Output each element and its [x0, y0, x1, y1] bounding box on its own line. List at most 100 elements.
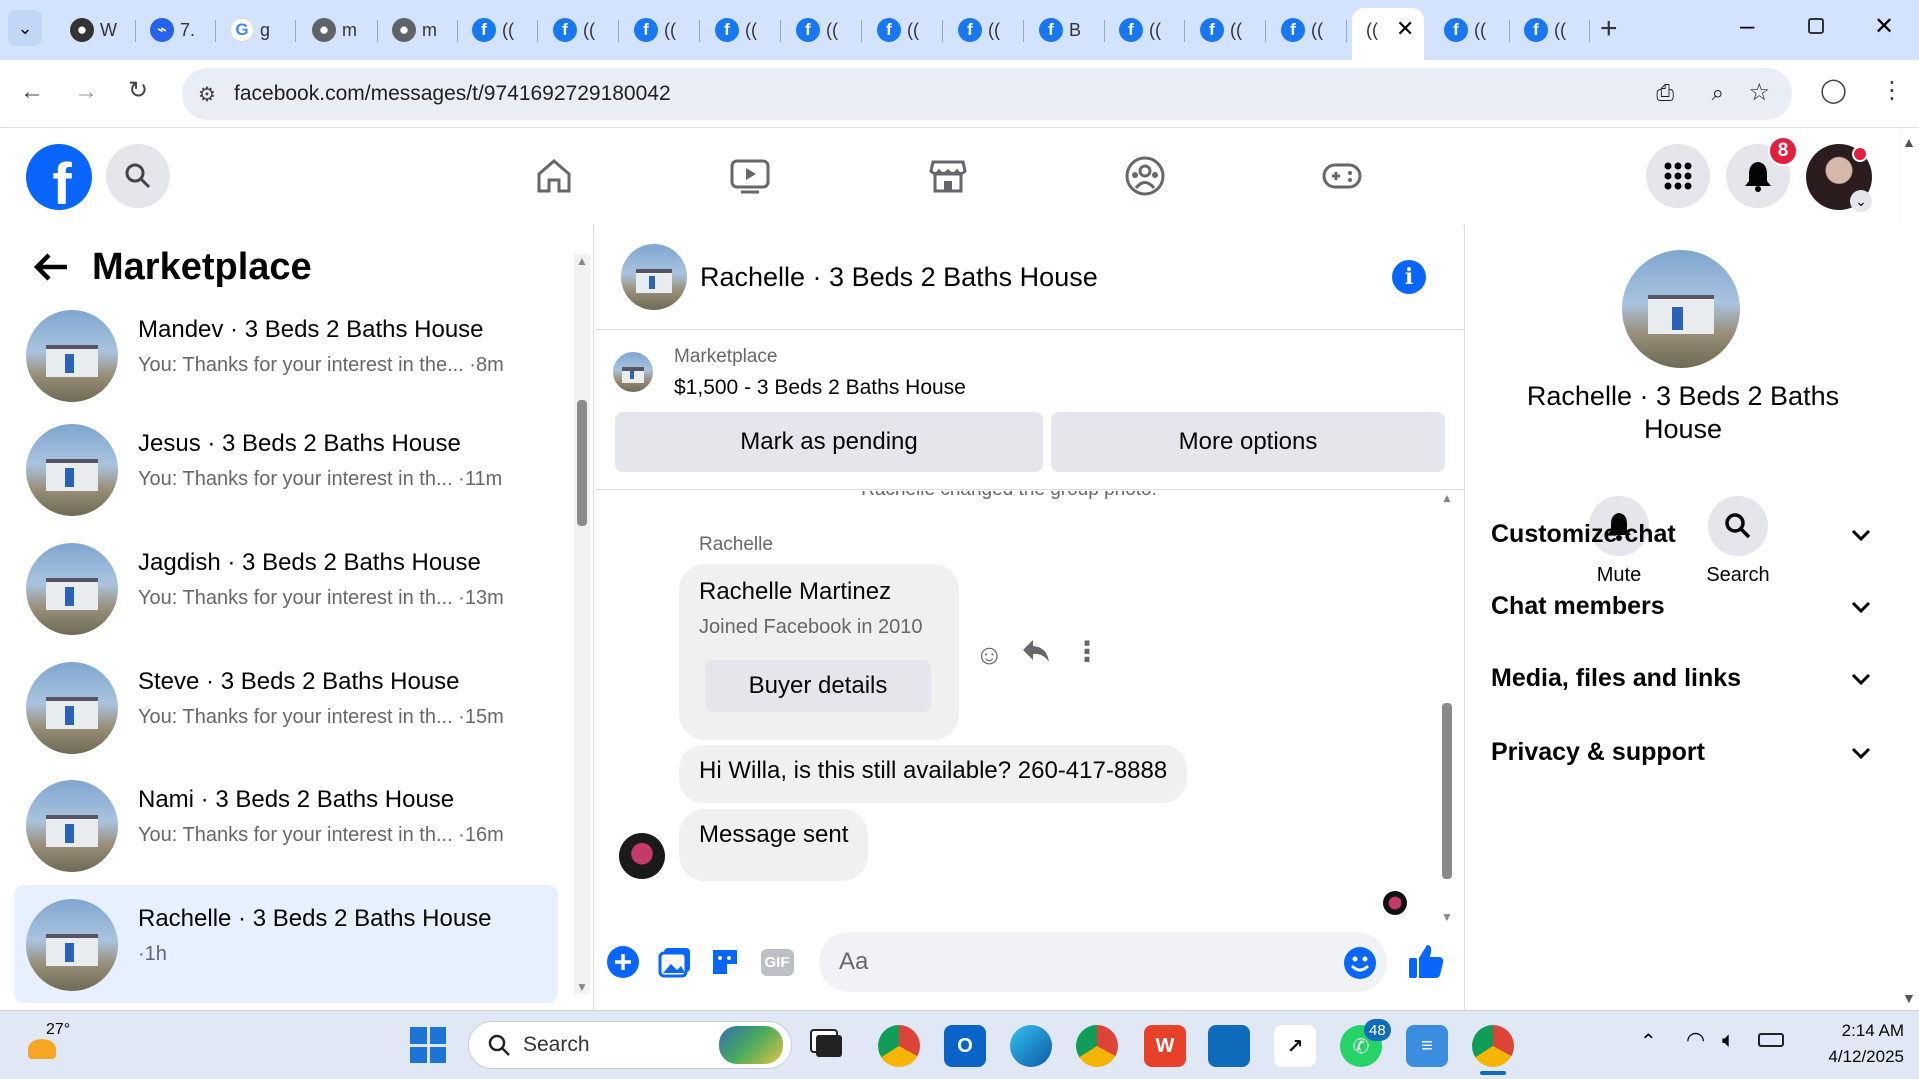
- facebook-logo-icon[interactable]: f: [26, 144, 92, 210]
- browser-tab[interactable]: f ((: [1430, 10, 1510, 50]
- task-view-icon[interactable]: [808, 1025, 850, 1067]
- listing-title[interactable]: $1,500 - 3 Beds 2 Baths House: [674, 376, 966, 400]
- browser-tab[interactable]: f ((: [1186, 10, 1266, 50]
- windows-start-icon[interactable]: [410, 1027, 446, 1063]
- conversation-item[interactable]: Mandev · 3 Beds 2 Baths House You: Thanks…: [14, 296, 558, 414]
- new-tab-button[interactable]: +: [1600, 12, 1618, 46]
- page-scroll-down-arrow[interactable]: ▼: [1902, 990, 1916, 1006]
- browser-tab[interactable]: f ((: [1267, 10, 1347, 50]
- browser-tab[interactable]: f ((: [458, 10, 538, 50]
- minimize-button[interactable]: –: [1740, 10, 1754, 41]
- browser-tab[interactable]: f ((: [620, 10, 700, 50]
- chat-avatar[interactable]: [621, 244, 687, 310]
- conversation-scrollbar[interactable]: ▲ ▼: [574, 254, 590, 994]
- browser-tab[interactable]: f ((: [539, 10, 619, 50]
- browser-tab[interactable]: ⌁ 7.: [136, 10, 216, 50]
- tray-overflow-icon[interactable]: ⌃: [1640, 1029, 1657, 1054]
- outlook-icon[interactable]: O: [944, 1025, 986, 1067]
- back-arrow-icon[interactable]: [34, 252, 70, 282]
- restore-button[interactable]: [1808, 18, 1824, 34]
- conversation-item[interactable]: Nami · 3 Beds 2 Baths House You: Thanks f…: [14, 766, 558, 884]
- details-section[interactable]: Media, files and links: [1491, 664, 1871, 693]
- conversation-item[interactable]: Jesus · 3 Beds 2 Baths House You: Thanks …: [14, 410, 558, 528]
- add-plus-icon[interactable]: [605, 944, 641, 980]
- browser-tab[interactable]: f ((: [1105, 10, 1185, 50]
- groups-icon[interactable]: [1123, 154, 1167, 198]
- marketplace-icon[interactable]: [926, 154, 970, 198]
- bookmark-star-icon[interactable]: ☆: [1748, 78, 1770, 107]
- clock-date[interactable]: 4/12/2025: [1804, 1047, 1904, 1067]
- close-tab-icon[interactable]: ✕: [1396, 16, 1414, 42]
- install-icon[interactable]: ⎙: [1656, 80, 1674, 106]
- conversation-item[interactable]: Jagdish · 3 Beds 2 Baths House You: Thank…: [14, 529, 558, 647]
- stocks-app-icon[interactable]: ↗: [1274, 1025, 1316, 1067]
- reply-icon[interactable]: [1021, 637, 1051, 665]
- active-tab[interactable]: (( ✕: [1352, 8, 1424, 60]
- profile-icon[interactable]: ◯: [1820, 76, 1847, 105]
- microsoft-store-icon[interactable]: [1208, 1025, 1250, 1067]
- gaming-icon[interactable]: [1320, 154, 1364, 198]
- sender-avatar[interactable]: [619, 833, 665, 879]
- conversation-item[interactable]: Rachelle · 3 Beds 2 Baths House ·1h: [14, 885, 558, 1003]
- browser-tab[interactable]: f ((: [863, 10, 943, 50]
- site-info-icon[interactable]: ⚙: [198, 82, 216, 107]
- taskbar-search[interactable]: Search: [468, 1021, 792, 1069]
- more-options-button[interactable]: More options: [1051, 412, 1445, 472]
- wifi-icon[interactable]: ◠: [1686, 1027, 1705, 1053]
- browser-tab[interactable]: f ((: [944, 10, 1024, 50]
- tab-search-button[interactable]: ⌄: [8, 10, 42, 46]
- photo-icon[interactable]: [657, 944, 693, 980]
- browser-tab[interactable]: ● m: [378, 10, 458, 50]
- sticker-icon[interactable]: [707, 944, 743, 980]
- battery-icon[interactable]: [1758, 1033, 1784, 1047]
- browser-tab[interactable]: fB: [1025, 10, 1105, 50]
- messages-scrollbar[interactable]: ▲ ▼: [1439, 491, 1455, 924]
- back-icon[interactable]: ←: [20, 78, 44, 106]
- wps-office-icon[interactable]: W: [1144, 1025, 1186, 1067]
- messages-scroll-thumb[interactable]: [1442, 703, 1452, 879]
- browser-tab[interactable]: f ((: [782, 10, 862, 50]
- menu-grid-icon[interactable]: [1646, 144, 1710, 208]
- details-section[interactable]: Privacy & support: [1491, 738, 1871, 767]
- details-section[interactable]: Customize chat: [1491, 520, 1871, 549]
- browser-tab[interactable]: f ((: [701, 10, 781, 50]
- mark-as-pending-button[interactable]: Mark as pending: [615, 412, 1043, 472]
- page-scroll-up-arrow[interactable]: ▲: [1902, 134, 1916, 150]
- info-icon[interactable]: i: [1392, 260, 1426, 294]
- gif-icon[interactable]: GIF: [759, 944, 795, 980]
- browser-tab[interactable]: ● W: [56, 10, 136, 50]
- message-input[interactable]: Aa: [819, 932, 1387, 992]
- notepad-icon[interactable]: ≡: [1406, 1025, 1448, 1067]
- forward-icon[interactable]: →: [74, 78, 98, 106]
- video-icon[interactable]: [728, 154, 772, 198]
- chrome-menu-icon[interactable]: ⋮: [1880, 76, 1904, 105]
- listing-thumbnail[interactable]: [613, 352, 653, 392]
- react-emoji-icon[interactable]: ☺: [975, 639, 1004, 671]
- like-thumb-icon[interactable]: [1407, 942, 1445, 980]
- edge-icon[interactable]: [1010, 1025, 1052, 1067]
- close-window-button[interactable]: ✕: [1874, 12, 1894, 41]
- account-chevron-icon[interactable]: ⌄: [1850, 190, 1872, 212]
- details-avatar[interactable]: [1622, 250, 1740, 368]
- conversation-scroll-thumb[interactable]: [577, 400, 587, 526]
- home-icon[interactable]: [532, 154, 576, 198]
- buyer-details-button[interactable]: Buyer details: [705, 660, 931, 712]
- conversation-item[interactable]: Steve · 3 Beds 2 Baths House You: Thanks …: [14, 648, 558, 766]
- chat-title[interactable]: Rachelle · 3 Beds 2 Baths House: [700, 262, 1098, 293]
- chrome-profile-icon[interactable]: [1472, 1025, 1514, 1067]
- browser-tab[interactable]: ● m: [298, 10, 378, 50]
- address-bar[interactable]: ⚙ facebook.com/messages/t/97416927291800…: [182, 68, 1792, 120]
- more-actions-icon[interactable]: ⋮: [1073, 635, 1101, 668]
- emoji-icon[interactable]: [1343, 946, 1377, 980]
- weather-widget[interactable]: 27°: [24, 1021, 84, 1071]
- browser-tab[interactable]: Gg: [216, 10, 296, 50]
- volume-icon[interactable]: 🔈︎: [1722, 1027, 1735, 1053]
- browser-tab[interactable]: f ((: [1510, 10, 1590, 50]
- zoom-icon[interactable]: ⌕: [1712, 80, 1724, 106]
- details-section[interactable]: Chat members: [1491, 592, 1871, 621]
- chrome-icon[interactable]: [1076, 1025, 1118, 1067]
- reload-icon[interactable]: ↻: [128, 76, 148, 105]
- chrome-dev-icon[interactable]: [878, 1025, 920, 1067]
- clock-time[interactable]: 2:14 AM: [1804, 1021, 1904, 1041]
- search-icon[interactable]: [106, 144, 170, 208]
